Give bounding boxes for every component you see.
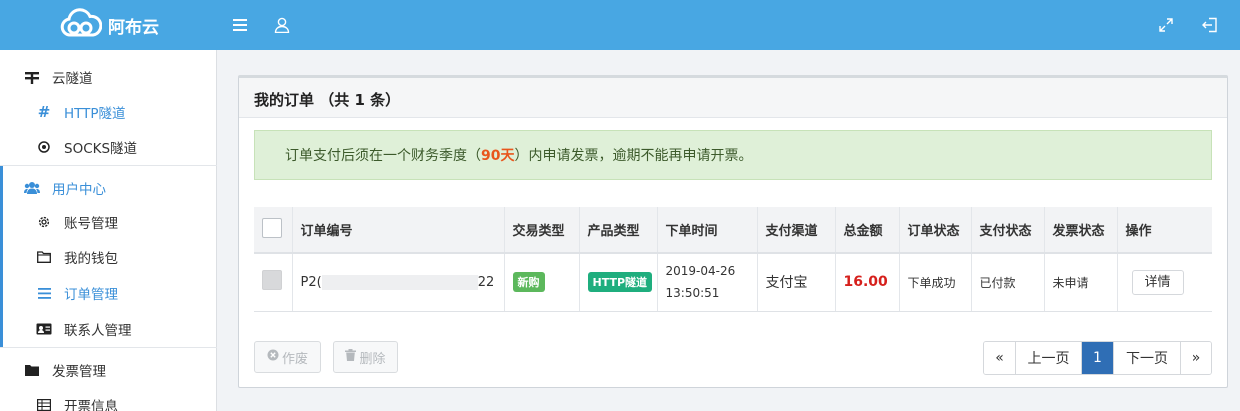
sidebar-group-label: 用户中心 [52, 182, 106, 198]
amount-cell: 16.00 [835, 253, 900, 312]
page-last-button[interactable]: » [1181, 342, 1211, 374]
id-card-icon [36, 321, 52, 337]
col-product-type: 产品类型 [579, 207, 658, 254]
invoice-notice-alert: 订单支付后须在一个财务季度（ 90天 ）内申请发票，逾期不能再申请开票。 [254, 130, 1212, 180]
folder-icon [36, 249, 52, 265]
col-order-time: 下单时间 [657, 207, 758, 254]
sidebar-item-label: HTTP隧道 [64, 106, 126, 122]
page-title: 我的订单 （共 1 条） [254, 91, 401, 109]
sidebar-group-invoice[interactable]: 发票管理 [0, 352, 217, 388]
select-all-cell [254, 207, 293, 254]
sidebar-group-label: 发票管理 [52, 364, 106, 380]
delete-button[interactable]: 删除 [333, 341, 398, 373]
panel-header: 我的订单 （共 1 条） [239, 78, 1227, 118]
detail-button[interactable]: 详情 [1131, 269, 1184, 295]
sidebar-item-wallet[interactable]: 我的钱包 [0, 239, 217, 275]
pay-channel-cell: 支付宝 [757, 253, 836, 312]
void-button[interactable]: 作废 [254, 341, 321, 373]
page-first-button[interactable]: « [984, 342, 1016, 374]
void-button-label: 作废 [281, 351, 308, 367]
brand-logo[interactable]: 阿布云 [60, 8, 159, 42]
delete-button-label: 删除 [359, 351, 386, 367]
sidebar-item-contacts[interactable]: 联系人管理 [0, 311, 217, 347]
product-type-badge: HTTP隧道 [587, 272, 653, 293]
order-time: 13:50:51 [665, 286, 720, 301]
invoice-status-cell: 未申请 [1044, 253, 1118, 312]
sidebar: 云隧道 # HTTP隧道 SOCKS隧道 用户中心 账号管理 我的钱包 订单管理 [0, 50, 217, 411]
cloud-logo-icon [60, 7, 103, 43]
col-order-status: 订单状态 [899, 207, 972, 254]
hash-icon: # [37, 103, 51, 121]
sidebar-item-label: 订单管理 [64, 287, 118, 303]
order-id-cell: P2( 22 [292, 253, 505, 312]
pay-status-cell: 已付款 [971, 253, 1045, 312]
select-all-checkbox[interactable] [262, 217, 282, 238]
sidebar-item-account[interactable]: 账号管理 [0, 204, 217, 240]
sidebar-item-label: 开票信息 [64, 399, 118, 411]
sidebar-divider [0, 347, 217, 348]
target-icon [36, 139, 52, 155]
folder-solid-icon [24, 362, 40, 378]
col-pay-status: 支付状态 [971, 207, 1045, 254]
pagination: « 上一页 1 下一页 » [983, 341, 1212, 375]
orders-panel: 我的订单 （共 1 条） 订单支付后须在一个财务季度（ 90天 ）内申请发票，逾期不… [238, 75, 1228, 388]
orders-table: 订单编号 交易类型 产品类型 下单时间 支付渠道 总金额 订单状态 支付状态 发… [254, 207, 1212, 312]
sidebar-item-socks-tunnel[interactable]: SOCKS隧道 [0, 129, 217, 165]
page-prev-button[interactable]: 上一页 [1016, 342, 1082, 374]
sidebar-item-label: SOCKS隧道 [64, 141, 138, 157]
trade-type-badge: 新购 [512, 272, 545, 293]
sidebar-divider [0, 165, 217, 166]
close-circle-icon [267, 349, 279, 365]
brand-name: 阿布云 [108, 17, 159, 38]
top-bar: 阿布云 [0, 0, 1240, 50]
order-time-cell: 2019-04-26 13:50:51 [657, 253, 758, 312]
sidebar-item-http-tunnel[interactable]: # HTTP隧道 [0, 94, 217, 130]
logout-icon[interactable] [1198, 13, 1222, 37]
row-checkbox[interactable] [262, 270, 282, 291]
sidebar-item-label: 我的钱包 [64, 251, 118, 267]
tunnel-icon [24, 69, 40, 85]
alert-highlight: 90天 [481, 148, 515, 164]
sidebar-item-label: 联系人管理 [64, 323, 132, 339]
page-current-button[interactable]: 1 [1082, 342, 1114, 374]
list-icon [36, 285, 52, 301]
table-row: P2(22 新购 HTTP隧道 2019-04-26 13:50:51 支付宝 … [254, 253, 1212, 312]
table-header-row: 订单编号 交易类型 产品类型 下单时间 支付渠道 总金额 订单状态 支付状态 发… [254, 207, 1212, 254]
alert-text-before: 订单支付后须在一个财务季度（ [285, 148, 481, 164]
col-amount: 总金额 [835, 207, 900, 254]
col-pay-channel: 支付渠道 [757, 207, 836, 254]
sidebar-item-label: 账号管理 [64, 216, 118, 232]
user-icon[interactable] [270, 13, 294, 37]
gear-icon [36, 214, 52, 230]
sidebar-group-user-center[interactable]: 用户中心 [0, 170, 217, 206]
amount-value: 16.00 [843, 274, 888, 291]
row-select-cell [254, 253, 293, 312]
order-date: 2019-04-26 [665, 264, 736, 279]
page-next-button[interactable]: 下一页 [1114, 342, 1181, 374]
sidebar-group-label: 云隧道 [52, 71, 93, 87]
sidebar-item-orders[interactable]: 订单管理 [0, 275, 217, 311]
table-icon [36, 397, 52, 411]
menu-toggle-icon[interactable] [228, 13, 252, 37]
trash-icon [345, 349, 357, 365]
order-id-suffix: 22 [477, 274, 495, 290]
col-action: 操作 [1117, 207, 1212, 254]
col-order-id: 订单编号 [292, 207, 505, 254]
order-id-prefix: P2( [300, 274, 322, 290]
col-invoice-status: 发票状态 [1044, 207, 1118, 254]
action-cell: 详情 [1117, 253, 1212, 312]
product-type-cell: HTTP隧道 [579, 253, 658, 312]
order-id-redacted [321, 274, 478, 290]
fullscreen-icon[interactable] [1154, 13, 1178, 37]
trade-type-cell: 新购 [504, 253, 580, 312]
users-icon [24, 180, 40, 196]
order-status-cell: 下单成功 [899, 253, 972, 312]
alert-text-after: ）内申请发票，逾期不能再申请开票。 [514, 148, 753, 164]
sidebar-item-invoice-info[interactable]: 开票信息 [0, 387, 217, 411]
sidebar-group-cloud-tunnel[interactable]: 云隧道 [0, 59, 217, 95]
col-trade-type: 交易类型 [504, 207, 580, 254]
